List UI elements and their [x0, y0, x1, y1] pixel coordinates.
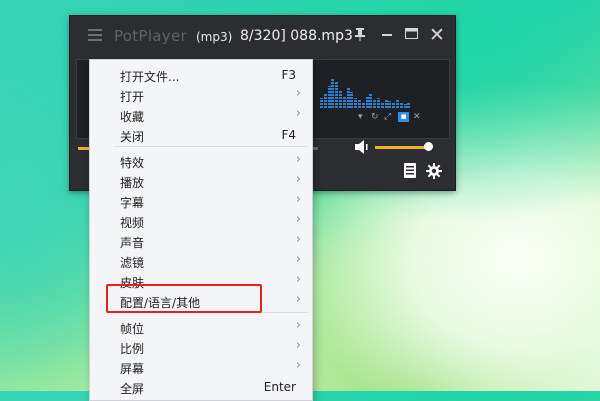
menu-item-playback[interactable]: 播放 › — [90, 171, 312, 191]
context-menu: 打开文件... F3 打开 › 收藏 › 关闭 F4 特效 › 播放 › 字幕 › 视频 › 声音 › 滤镜 › 皮肤 ›… — [89, 59, 313, 401]
spectrum-bar — [350, 92, 354, 108]
chevron-right-icon: › — [295, 152, 301, 167]
spectrum-bar — [335, 82, 339, 108]
chevron-right-icon: › — [295, 86, 301, 101]
highlight-box — [106, 284, 262, 313]
menu-item-video[interactable]: 视频 › — [90, 211, 312, 231]
volume-icon[interactable] — [354, 139, 370, 155]
menu-item-label: 关闭 — [120, 130, 145, 144]
spectrum-bar — [384, 99, 388, 108]
spectrum-bar — [331, 78, 335, 108]
menu-separator — [114, 146, 308, 147]
menu-item-fullscreen[interactable]: 全屏 Enter — [90, 377, 312, 397]
menu-item-favorites[interactable]: 收藏 › — [90, 105, 312, 125]
menu-item-label: 打开 — [120, 90, 145, 104]
chevron-right-icon: › — [295, 318, 301, 333]
spectrum-bar — [373, 100, 377, 108]
menu-item-label: 收藏 — [120, 110, 145, 124]
menu-item-open-file[interactable]: 打开文件... F3 — [90, 65, 312, 85]
gear-icon[interactable] — [426, 163, 442, 179]
volume-slider[interactable] — [375, 146, 429, 149]
chevron-right-icon: › — [295, 358, 301, 373]
title-bar[interactable]: PotPlayer (mp3) 8/320] 088.mp3 ✕ — [70, 16, 455, 56]
spectrum-bar — [407, 102, 411, 108]
maximize-icon[interactable] — [400, 24, 422, 46]
playlist-icon[interactable] — [404, 163, 416, 178]
chevron-right-icon: › — [295, 172, 301, 187]
spectrum-bar — [377, 98, 380, 108]
spectrum-bar — [320, 98, 323, 108]
app-name: PotPlayer — [114, 27, 187, 45]
menu-item-aspect-ratio[interactable]: 比例 › — [90, 337, 312, 357]
spectrum-bars — [320, 74, 412, 108]
pin-icon[interactable] — [349, 24, 371, 46]
menu-item-label: 字幕 — [120, 196, 145, 210]
menu-item-label: 全屏 — [120, 382, 145, 396]
spectrum-bar — [396, 100, 399, 108]
menu-item-label: 声音 — [120, 236, 145, 250]
volume-knob[interactable] — [424, 142, 433, 151]
menu-item-shortcut: F3 — [281, 68, 296, 82]
spectrum-bar — [380, 102, 384, 108]
spectrum-bar — [327, 86, 331, 108]
spectrum-bar — [346, 88, 350, 108]
spectrum-bar — [342, 96, 346, 108]
menu-item-label: 比例 — [120, 342, 145, 356]
menu-item-close[interactable]: 关闭 F4 — [90, 125, 312, 145]
chevron-right-icon: › — [295, 292, 301, 307]
chevron-right-icon: › — [295, 272, 301, 287]
viz-prev-icon[interactable]: ▾ — [358, 112, 363, 122]
menu-item-effects[interactable]: 特效 › — [90, 151, 312, 171]
menu-item-screen[interactable]: 屏幕 › — [90, 357, 312, 377]
spectrum-bar — [365, 96, 369, 108]
spectrum-bar — [369, 94, 373, 108]
spectrum-bar — [403, 104, 407, 108]
menu-item-label: 屏幕 — [120, 362, 145, 376]
spectrum-bar — [354, 98, 358, 108]
viz-close-icon[interactable]: ✕ — [413, 112, 421, 122]
menu-item-label: 视频 — [120, 216, 145, 230]
close-icon[interactable]: ✕ — [426, 24, 448, 46]
spectrum-bar — [323, 94, 327, 108]
chevron-right-icon: › — [295, 106, 301, 121]
menu-item-shortcut: F4 — [281, 128, 296, 142]
menu-item-label: 帧位 — [120, 322, 145, 336]
chevron-right-icon: › — [295, 192, 301, 207]
menu-icon[interactable] — [88, 29, 102, 41]
menu-item-open[interactable]: 打开 › — [90, 85, 312, 105]
spectrum-bar — [388, 101, 392, 108]
menu-item-audio[interactable]: 声音 › — [90, 231, 312, 251]
viz-mode-icon[interactable]: ▪ — [398, 112, 409, 122]
menu-item-frame[interactable]: 帧位 › — [90, 317, 312, 337]
spectrum-bar — [358, 100, 361, 108]
chevron-right-icon: › — [295, 212, 301, 227]
menu-item-shortcut: Enter — [263, 380, 296, 394]
menu-item-filters[interactable]: 滤镜 › — [90, 251, 312, 271]
spectrum-bar — [392, 103, 396, 108]
minimize-icon[interactable] — [376, 24, 398, 46]
chevron-right-icon: › — [295, 252, 301, 267]
viz-shuffle-icon[interactable]: ⤢ — [384, 112, 391, 122]
menu-item-label: 打开文件... — [120, 70, 180, 84]
spectrum-bar — [399, 102, 403, 108]
spectrum-bar — [361, 102, 365, 108]
menu-item-label: 播放 — [120, 176, 145, 190]
chevron-right-icon: › — [295, 338, 301, 353]
menu-item-subtitles[interactable]: 字幕 › — [90, 191, 312, 211]
track-title: 8/320] 088.mp3 — [240, 28, 353, 44]
file-format: (mp3) — [196, 30, 233, 44]
viz-repeat-icon[interactable]: ↻ — [371, 112, 379, 122]
menu-item-label: 特效 — [120, 156, 145, 170]
menu-item-label: 滤镜 — [120, 256, 145, 270]
spectrum-bar — [339, 90, 342, 108]
chevron-right-icon: › — [295, 232, 301, 247]
